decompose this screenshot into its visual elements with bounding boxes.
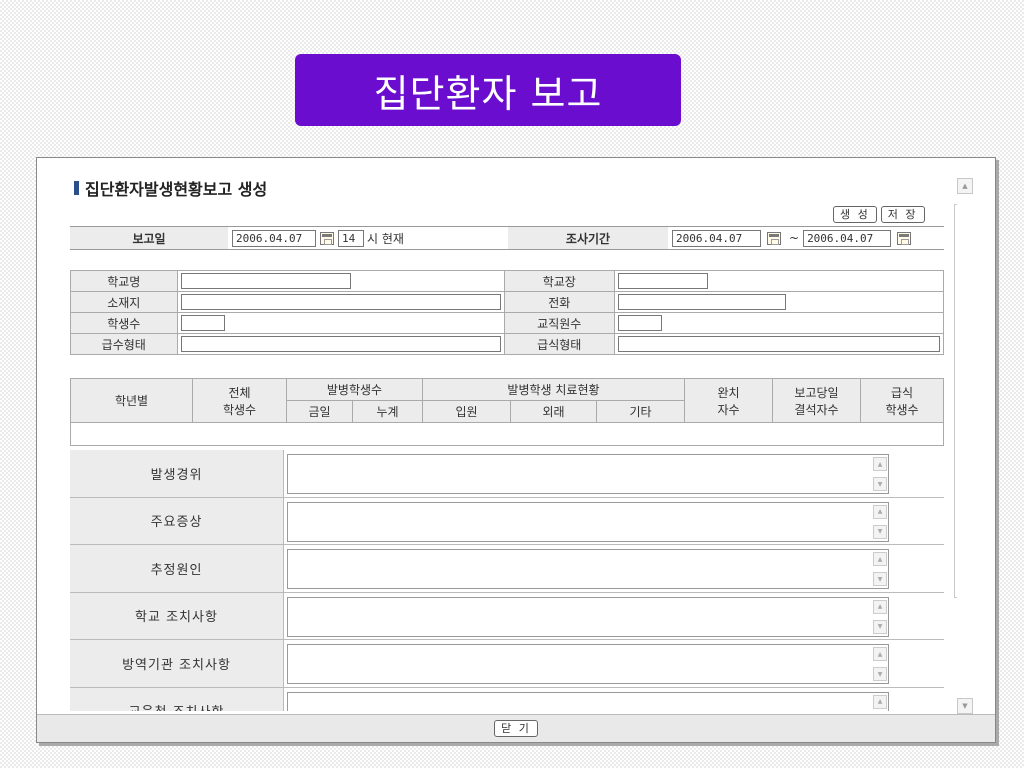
report-window: 집단환자발생현황보고 생성 생 성 저 장 보고일 2006.04.07 14 …: [36, 157, 996, 743]
scroll-up-icon[interactable]: ▲: [873, 694, 887, 709]
scroll-up-icon[interactable]: ▲: [873, 647, 887, 661]
total-students-header: 전체 학생수: [192, 378, 287, 423]
sick-students-header: 발병학생수: [286, 378, 423, 401]
detail-textarea[interactable]: ▲▼: [287, 691, 889, 711]
absent-header: 보고당일 결석자수: [772, 378, 861, 423]
outpatient-header: 외래: [510, 400, 597, 423]
scroll-up-icon[interactable]: ▲: [957, 178, 973, 194]
detail-row: 교육청 조치사항 ▲▼: [70, 687, 944, 711]
grade-status-table: 학년별 전체 학생수 발병학생수 발병학생 치료현황 완치 자수 보고당일 결석…: [70, 378, 944, 446]
report-date-input[interactable]: 2006.04.07: [232, 229, 316, 247]
report-date-row: 보고일 2006.04.07 14 시 현재 조사기간 2006.04.07 ~…: [70, 226, 944, 250]
survey-period-label: 조사기간: [508, 227, 668, 249]
scroll-down-icon[interactable]: ▼: [873, 572, 887, 586]
school-name-input[interactable]: [180, 273, 351, 289]
form-heading-text: 집단환자발생현황보고 생성: [85, 180, 268, 199]
treatment-header: 발병학생 치료현황: [422, 378, 685, 401]
details-table: 발생경위 ▲ ▼ 주요증상 ▲ ▼ 추정원인 ▲ ▼ 학교 조치사항 ▲ ▼ 방역기관 …: [70, 450, 944, 711]
detail-label: 발생경위: [70, 450, 284, 497]
today-header: 금일: [286, 400, 353, 423]
calendar-icon[interactable]: [897, 231, 912, 245]
school-name-label: 학교명: [70, 270, 178, 292]
phone-label: 전화: [503, 291, 616, 313]
calendar-icon[interactable]: [767, 231, 781, 245]
detail-textarea[interactable]: ▲▼: [287, 549, 889, 589]
school-info-table: 학교명 학교장 소재지 전화 학생수 교직원수 급수형태 급식형태: [70, 270, 944, 355]
phone-input[interactable]: [618, 294, 786, 310]
form-frame: 집단환자발생현황보고 생성 생 성 저 장 보고일 2006.04.07 14 …: [37, 158, 957, 711]
report-date-label: 보고일: [70, 227, 228, 249]
action-buttons: 생 성 저 장: [833, 206, 925, 223]
period-separator: ~: [789, 231, 800, 245]
detail-label: 주요증상: [70, 497, 284, 544]
address-label: 소재지: [70, 291, 178, 313]
scroll-up-icon[interactable]: ▲: [873, 599, 887, 614]
meal-students-header: 급식 학생수: [860, 378, 944, 423]
meal-type-label: 급식형태: [503, 333, 616, 355]
detail-row: 추정원인 ▲ ▼: [70, 545, 944, 593]
meal-type-input[interactable]: [618, 336, 940, 352]
window-scrollbar[interactable]: ▲ ▼: [957, 178, 973, 714]
detail-textarea[interactable]: ▲▼: [287, 454, 889, 494]
detail-row: 학교 조치사항 ▲ ▼: [70, 592, 944, 640]
detail-label: 교육청 조치사항: [70, 687, 284, 711]
recovered-header: 완치 자수: [684, 378, 773, 423]
report-hour-suffix: 시 현재: [367, 231, 404, 246]
period-start-input[interactable]: 2006.04.07: [672, 229, 761, 247]
inpatient-header: 입원: [422, 400, 511, 423]
period-end-input[interactable]: 2006.04.07: [803, 229, 892, 247]
detail-label: 학교 조치사항: [70, 592, 284, 639]
water-type-input[interactable]: [180, 336, 501, 352]
scroll-down-icon[interactable]: ▼: [873, 667, 887, 681]
report-hour-input[interactable]: 14: [338, 229, 364, 247]
students-input[interactable]: [180, 315, 225, 331]
save-button[interactable]: 저 장: [880, 206, 925, 223]
calendar-icon[interactable]: [320, 231, 334, 245]
heading-marker-icon: [74, 181, 79, 195]
principal-label: 학교장: [503, 270, 616, 292]
detail-label: 추정원인: [70, 545, 284, 592]
detail-label: 방역기관 조치사항: [70, 640, 284, 687]
detail-row: 발생경위 ▲ ▼: [70, 450, 944, 498]
staff-label: 교직원수: [503, 312, 616, 334]
address-input[interactable]: [180, 294, 501, 310]
scroll-up-icon[interactable]: ▲: [873, 504, 887, 519]
detail-row: 주요증상 ▲ ▼: [70, 497, 944, 545]
principal-input[interactable]: [618, 273, 708, 289]
scroll-up-icon[interactable]: ▲: [873, 457, 887, 471]
scroll-down-icon[interactable]: ▼: [873, 477, 887, 491]
detail-textarea[interactable]: ▲▼: [287, 596, 889, 637]
grade-data-row: [70, 422, 944, 446]
scroll-down-icon[interactable]: ▼: [873, 524, 887, 539]
bottom-bar: 닫 기: [37, 714, 995, 742]
cumulative-header: 누계: [352, 400, 423, 423]
close-button[interactable]: 닫 기: [494, 720, 538, 737]
students-label: 학생수: [70, 312, 178, 334]
form-heading: 집단환자발생현황보고 생성: [74, 176, 267, 200]
detail-textarea[interactable]: ▲▼: [287, 501, 889, 542]
water-type-label: 급수형태: [70, 333, 178, 355]
detail-row: 방역기관 조치사항 ▲ ▼: [70, 640, 944, 688]
scroll-down-icon[interactable]: ▼: [873, 619, 887, 634]
by-grade-header: 학년별: [70, 378, 193, 423]
slide-title: 집단환자 보고: [295, 54, 681, 126]
scroll-up-icon[interactable]: ▲: [873, 552, 887, 566]
staff-input[interactable]: [618, 315, 662, 331]
scroll-down-icon[interactable]: ▼: [957, 698, 973, 714]
other-header: 기타: [596, 400, 685, 423]
detail-textarea[interactable]: ▲▼: [287, 644, 889, 684]
create-button[interactable]: 생 성: [833, 206, 877, 223]
